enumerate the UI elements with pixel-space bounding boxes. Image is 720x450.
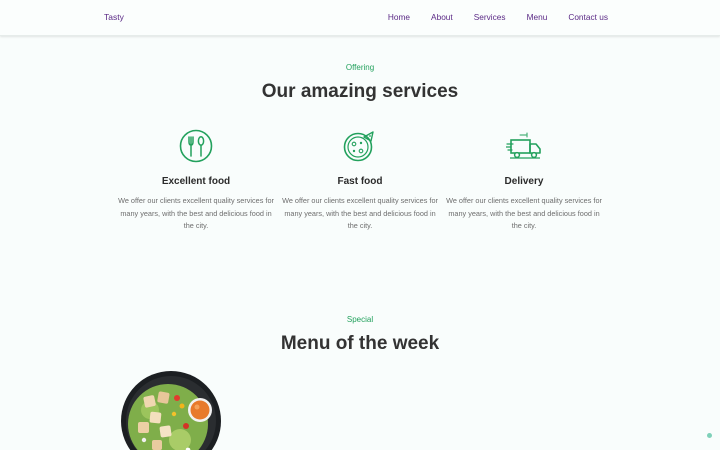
nav-contact[interactable]: Contact us xyxy=(568,12,608,22)
salad-bowl-image xyxy=(121,371,221,450)
services-title: Our amazing services xyxy=(261,81,459,102)
nav-services[interactable]: Services xyxy=(474,12,506,22)
nav-home[interactable]: Home xyxy=(388,12,410,22)
service-title: Fast food xyxy=(337,176,383,187)
menu-kicker: Special xyxy=(346,315,374,324)
top-navbar: Tasty Home About Services Menu Contact u… xyxy=(0,0,720,36)
main-nav: Home About Services Menu Contact us xyxy=(388,12,608,22)
utensils-icon xyxy=(179,129,213,163)
service-title: Excellent food xyxy=(161,176,231,187)
delivery-truck-icon xyxy=(506,132,541,159)
service-card-excellent-food: Excellent food We offer our clients exce… xyxy=(116,128,276,233)
pizza-icon xyxy=(343,131,374,162)
service-description: We offer our clients excellent quality s… xyxy=(282,196,438,231)
scroll-to-top-indicator[interactable] xyxy=(707,433,712,438)
nav-about[interactable]: About xyxy=(431,12,453,22)
service-card-delivery: Delivery We offer our clients excellent … xyxy=(444,128,604,233)
brand-logo[interactable]: Tasty xyxy=(104,12,124,22)
service-description: We offer our clients excellent quality s… xyxy=(446,196,602,231)
service-title: Delivery xyxy=(504,176,544,187)
services-kicker: Offering xyxy=(345,63,375,72)
nav-menu[interactable]: Menu xyxy=(527,12,548,22)
service-card-fast-food: Fast food We offer our clients excellent… xyxy=(280,128,440,233)
page: Tasty Home About Services Menu Contact u… xyxy=(0,0,720,450)
menu-title: Menu of the week xyxy=(280,333,440,354)
service-description: We offer our clients excellent quality s… xyxy=(118,196,274,231)
